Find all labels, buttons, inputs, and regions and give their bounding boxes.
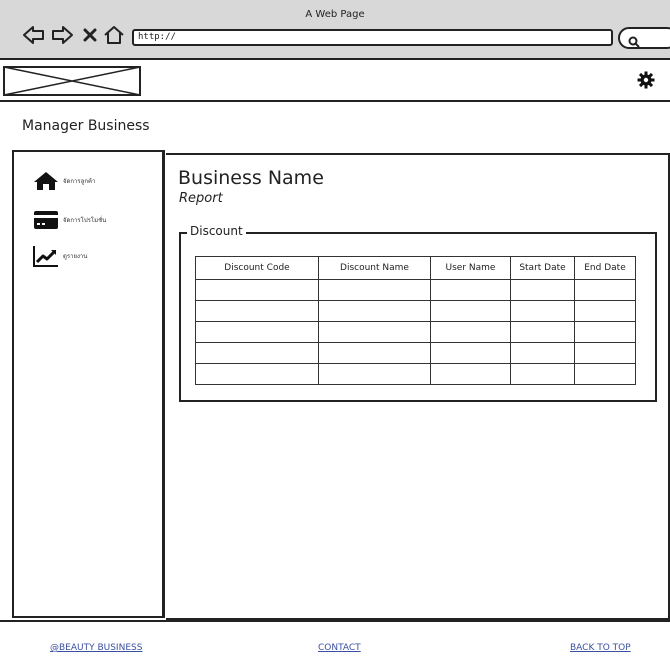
report-subtitle: Report: [179, 191, 223, 206]
table-cell: [195, 300, 319, 322]
table-cell: [430, 363, 511, 385]
table-cell: [574, 279, 636, 301]
contact-link[interactable]: CONTACT: [318, 643, 361, 653]
brand-link[interactable]: @BEAUTY BUSINESS: [50, 643, 142, 653]
site-footer: @BEAUTY BUSINESS CONTACT BACK TO TOP: [0, 620, 670, 671]
table-cell: [318, 279, 431, 301]
table-cell: [430, 300, 511, 322]
sidebar-item-reports[interactable]: ดูรายงาน: [32, 243, 87, 269]
trend-chart-icon: [32, 245, 60, 267]
close-icon[interactable]: [78, 23, 102, 47]
table-cell: [430, 342, 511, 364]
table-cell: [574, 342, 636, 364]
table-cell: [195, 342, 319, 364]
sidebar-item-promotions[interactable]: จัดการโปรโมชั่น: [32, 207, 106, 233]
table-cell: [510, 363, 575, 385]
table-cell: [318, 300, 431, 322]
table-cell: [574, 321, 636, 343]
browser-toolbar: A Web Page http://: [0, 0, 670, 60]
discount-table: Discount Code Discount Name User Name St…: [195, 256, 636, 385]
column-header-start-date[interactable]: Start Date: [510, 256, 575, 280]
table-cell: [430, 321, 511, 343]
table-cell: [318, 342, 431, 364]
table-row[interactable]: [195, 363, 636, 385]
url-input[interactable]: http://: [132, 29, 613, 46]
table-header-row: Discount Code Discount Name User Name St…: [195, 256, 636, 280]
site-header: [0, 62, 670, 102]
search-box[interactable]: [618, 27, 670, 49]
table-cell: [510, 321, 575, 343]
logo-placeholder[interactable]: [3, 66, 141, 96]
discount-section: Discount Discount Code Discount Name Use…: [179, 224, 657, 402]
search-icon: [628, 33, 640, 52]
table-row[interactable]: [195, 321, 636, 343]
window-title: A Web Page: [305, 9, 365, 20]
column-header-discount-code[interactable]: Discount Code: [195, 256, 319, 280]
business-name-heading: Business Name: [178, 167, 324, 189]
table-cell: [574, 300, 636, 322]
credit-card-icon: [32, 209, 60, 231]
home-icon[interactable]: [102, 23, 126, 47]
table-cell: [430, 279, 511, 301]
gear-icon[interactable]: [637, 71, 657, 91]
discount-legend: Discount: [187, 224, 246, 238]
table-row[interactable]: [195, 342, 636, 364]
table-cell: [318, 363, 431, 385]
column-header-discount-name[interactable]: Discount Name: [318, 256, 431, 280]
sidebar-item-label: จัดการลูกค้า: [63, 178, 96, 185]
table-cell: [510, 300, 575, 322]
table-cell: [195, 321, 319, 343]
table-cell: [195, 363, 319, 385]
sidebar-item-customers[interactable]: จัดการลูกค้า: [32, 168, 95, 194]
back-arrow-icon[interactable]: [22, 23, 46, 47]
table-row[interactable]: [195, 279, 636, 301]
table-cell: [510, 342, 575, 364]
column-header-user-name[interactable]: User Name: [430, 256, 511, 280]
table-cell: [510, 279, 575, 301]
table-cell: [195, 279, 319, 301]
url-text: http://: [138, 32, 176, 42]
table-cell: [318, 321, 431, 343]
sidebar-item-label: จัดการโปรโมชั่น: [63, 217, 107, 224]
table-row[interactable]: [195, 300, 636, 322]
table-cell: [574, 363, 636, 385]
home-icon: [32, 170, 60, 192]
sidebar: จัดการลูกค้า จัดการโปรโมชั่น ดูรายงาน: [12, 150, 165, 618]
main-panel: Business Name Report Discount Discount C…: [166, 153, 670, 620]
back-to-top-link[interactable]: BACK TO TOP: [570, 643, 631, 653]
sidebar-item-label: ดูรายงาน: [63, 253, 88, 260]
page-title: Manager Business: [22, 118, 150, 134]
forward-arrow-icon[interactable]: [50, 23, 74, 47]
column-header-end-date[interactable]: End Date: [574, 256, 636, 280]
